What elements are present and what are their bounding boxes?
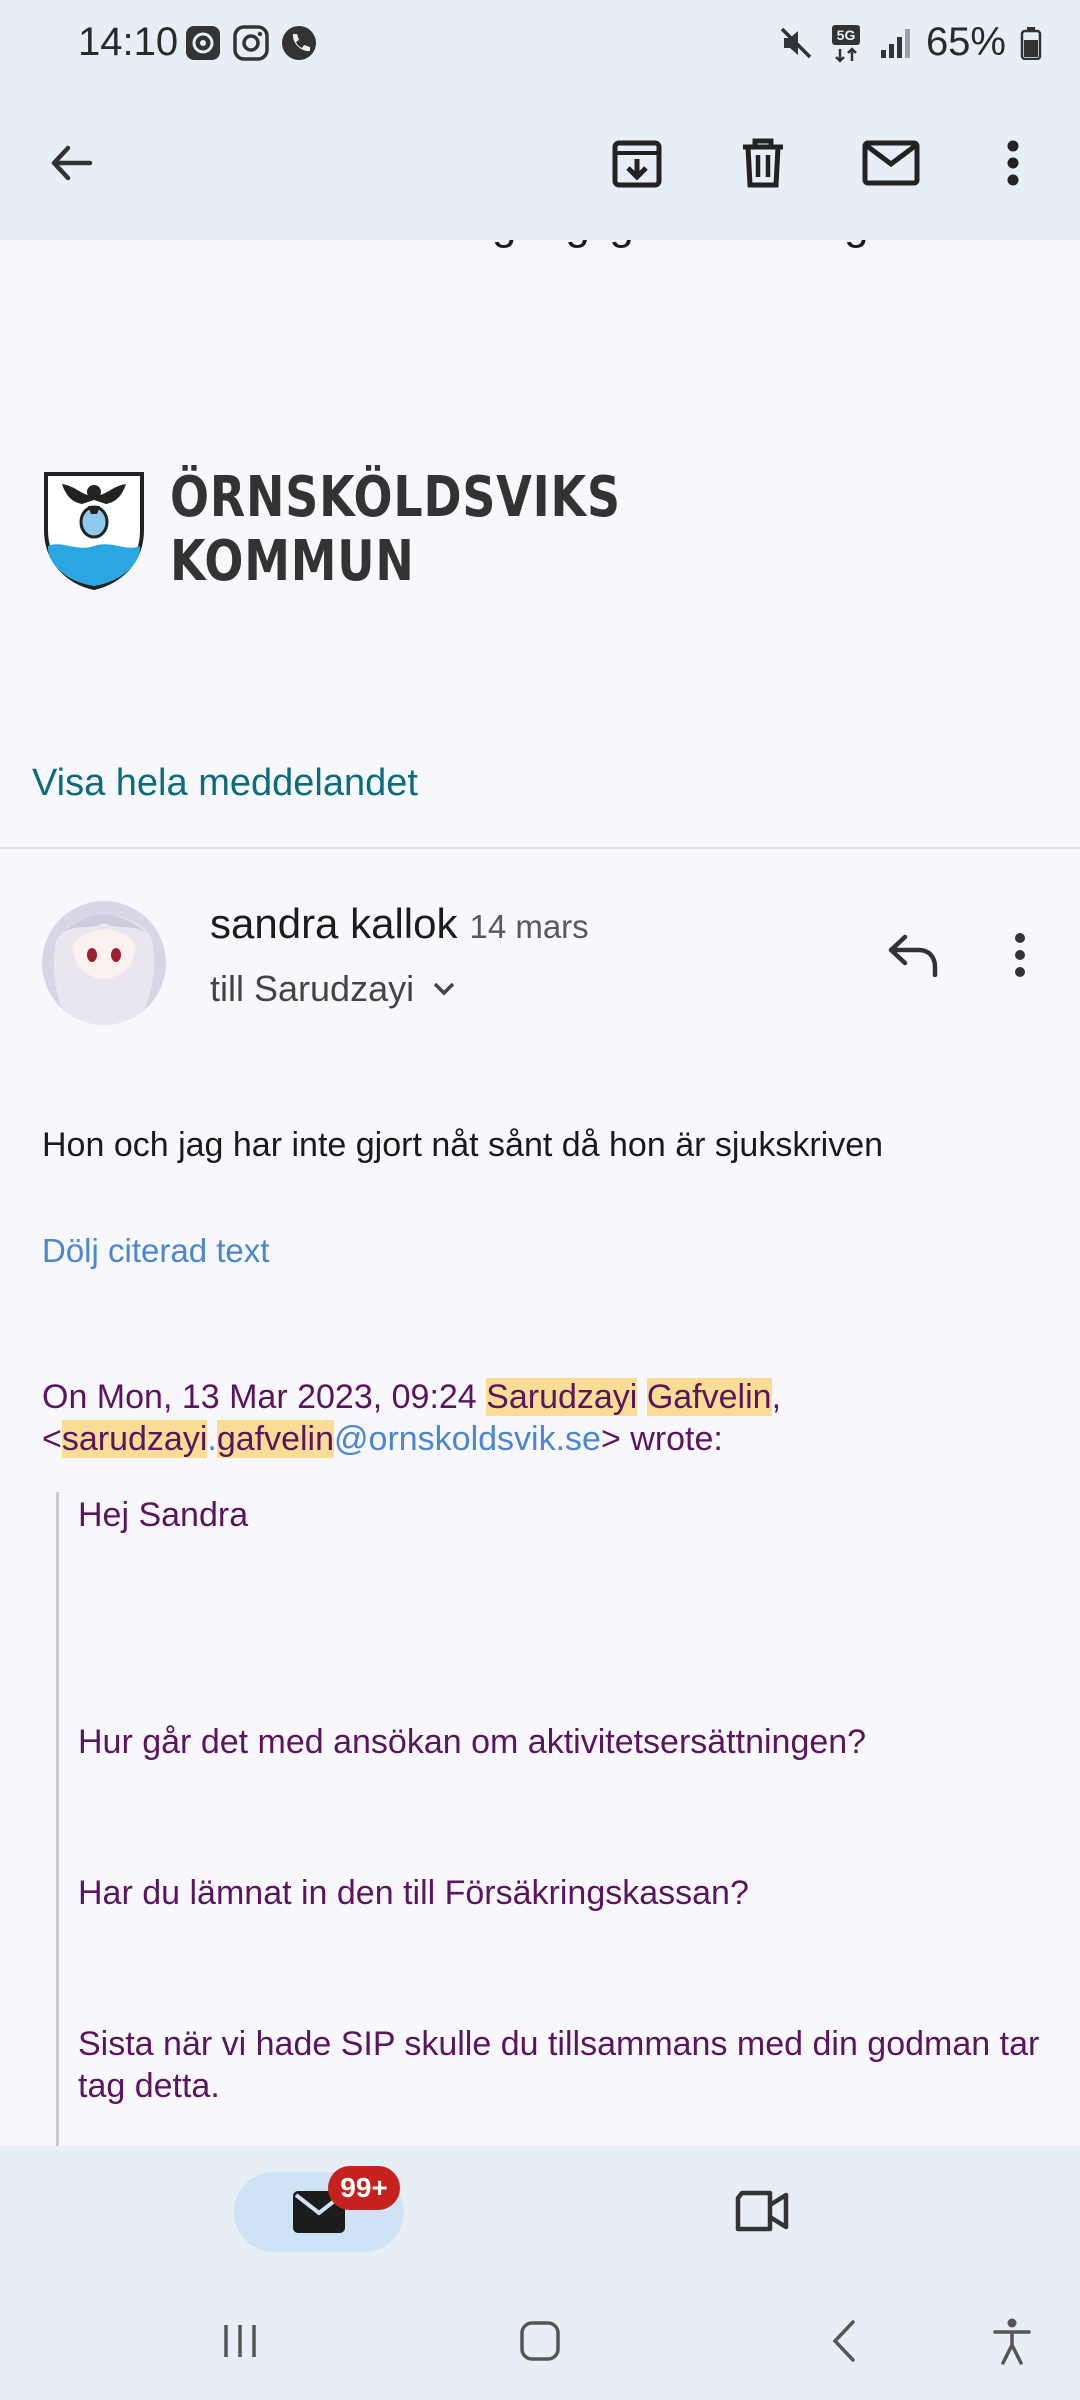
status-time: 14:10 [78,20,179,64]
reply-button[interactable] [878,920,948,990]
recipient-details-toggle[interactable]: till Sarudzayi [210,968,456,1010]
recent-apps-icon [224,2325,256,2357]
bottom-navigation: 99+ [0,2146,1080,2400]
system-back-button[interactable] [804,2306,884,2376]
sender-name: sandra kallok [210,900,458,947]
delete-button[interactable] [728,128,798,198]
battery-icon [1020,26,1042,60]
highlighted-last-name: Gafvelin [646,1378,772,1416]
message-content: Ha ditt kundnummer tillgängligt när du r… [0,240,1080,2146]
email-link[interactable]: @ornskoldsvik.se [334,1420,601,1458]
highlighted-first-name: Sarudzayi [486,1378,638,1416]
nav-meet-button[interactable] [722,2176,802,2246]
quote-header: On Mon, 13 Mar 2023, 09:24 Sarudzayi Gaf… [42,1376,1042,1460]
coat-of-arms-icon [44,472,144,590]
back-arrow-icon [51,145,93,181]
quote-line: Har du lämnat in den till Försäkringskas… [78,1874,749,1912]
archive-button[interactable] [602,128,672,198]
phone-call-icon [280,24,318,62]
message-date: 14 mars [469,908,589,945]
recent-apps-button[interactable] [200,2306,280,2376]
quote-suffix: > wrote: [600,1420,723,1458]
highlighted-email-first: sarudzayi [61,1420,208,1458]
gmail-message-screen: 14:10 5G 65% ÖRNSKÖLDSVIKS KOMMUN Visa h… [0,0,1080,2400]
delete-icon [743,138,783,188]
mute-icon [780,27,812,58]
home-icon [520,2321,560,2361]
system-navigation [0,2286,1080,2400]
notification-icons [184,24,318,62]
5g-icon: 5G [831,24,860,63]
more-vert-icon [1007,140,1019,186]
chevron-down-icon [433,982,455,996]
logo-line-2: KOMMUN [170,529,415,594]
logo-text: ÖRNSKÖLDSVIKS KOMMUN [170,466,720,594]
quote-line: Sista när vi hade SIP skulle du tillsamm… [78,2025,1040,2105]
email-dot[interactable]: . [207,1420,216,1458]
mark-unread-icon [862,140,920,186]
home-button[interactable] [500,2306,580,2376]
unread-count-badge: 99+ [328,2166,400,2210]
status-right: 5G 65% [778,20,1042,65]
instagram-icon [232,24,270,62]
message-body: Hon och jag har inte gjort nåt sånt då h… [42,1126,884,1164]
sender-line: sandra kallok 14 mars [210,900,589,948]
quote-line: Hej Sandra [78,1496,249,1534]
logo-line-1: ÖRNSKÖLDSVIKS [170,465,621,530]
avatar[interactable] [42,901,166,1025]
kommun-logo: ÖRNSKÖLDSVIKS KOMMUN [42,466,720,594]
accessibility-icon [993,2318,1031,2365]
quote-bar [56,1492,59,2146]
show-full-message-link[interactable]: Visa hela meddelandet [32,762,418,805]
quote-date-text: On Mon, 13 Mar 2023, 09:24 [42,1378,487,1416]
more-vert-icon [1015,933,1025,977]
quote-lt: < [42,1420,62,1458]
highlighted-email-last: gafvelin [216,1420,335,1458]
reply-icon [888,934,938,977]
battery-percent: 65% [925,20,1006,64]
mark-unread-button[interactable] [856,128,926,198]
screen-recorder-icon [184,24,222,62]
back-button[interactable] [36,128,106,198]
more-options-button[interactable] [978,128,1048,198]
quote-comma: , [771,1378,782,1416]
archive-icon [612,140,662,188]
status-bar: 14:10 5G 65% [0,0,1080,86]
meet-video-icon [735,2190,789,2232]
accessibility-button[interactable] [972,2306,1052,2376]
message-toolbar [0,86,1080,240]
recipient-text: till Sarudzayi [210,968,415,1009]
message-more-button[interactable] [990,920,1050,990]
message-divider [0,847,1080,849]
signal-icon [880,28,910,58]
back-icon [832,2320,855,2362]
quote-line: Hur går det med ansökan om aktivitetsers… [78,1723,867,1761]
hide-quoted-text-link[interactable]: Dölj citerad text [42,1232,269,1270]
svg-text:5G: 5G [837,27,856,43]
truncated-signature-line: Ha ditt kundnummer tillgängligt när du r… [42,240,1001,250]
